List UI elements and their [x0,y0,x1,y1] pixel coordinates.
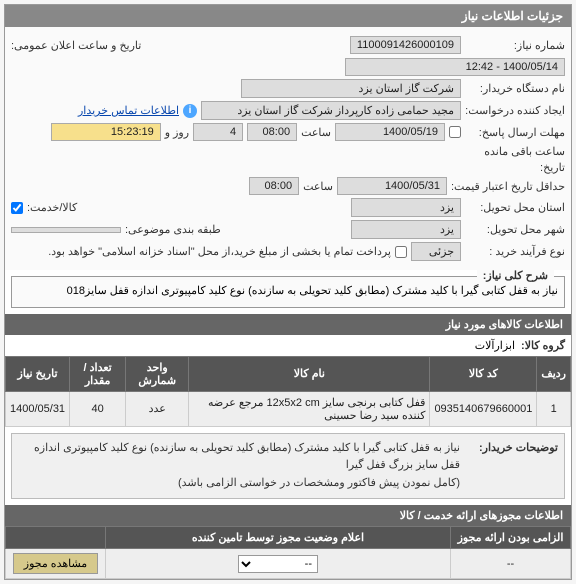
time-label-1: ساعت [301,126,331,139]
city-field: یزد [351,220,461,239]
purchase-type-label: نوع فرآیند خرید : [465,245,565,258]
days-label: روز و [165,126,189,139]
auth-status-cell: -- [106,549,451,579]
cell-name: قفل کتابی برنجی سایز 12x5x2 cm مرجع عرضه… [189,391,430,426]
valid-label: حداقل تاریخ اعتبار قیمت: [451,180,565,193]
buyer-note-label: توضیحات خریدار: [468,440,558,493]
group-value: ابزارآلات [475,339,515,352]
auth-header-row: الزامی بودن ارائه مجوز اعلام وضعیت مجوز … [6,527,571,549]
buyer-note-line2: (کامل نمودن پیش فاکتور ومشخصات در خواستی… [18,475,460,493]
desc-legend: شرح کلی نیاز: [477,269,554,282]
auth-status-select[interactable]: -- [238,555,318,573]
col-row: ردیف [537,356,571,391]
send-deadline-label: مهلت ارسال پاسخ: [465,126,565,139]
cell-code: 0935140679660001 [430,391,537,426]
requester-field: مجید حمامی زاده کارپرداز شرکت گاز استان … [201,101,461,120]
items-header: اطلاعات کالاهای مورد نیاز [5,314,571,335]
cell-row: 1 [537,391,571,426]
desc-fieldset: شرح کلی نیاز: نیاز به قفل کتابی گیرا با … [11,276,565,308]
auth-table: الزامی بودن ارائه مجوز اعلام وضعیت مجوز … [5,526,571,579]
col-mandatory: الزامی بودن ارائه مجوز [451,527,571,549]
time-label-2: ساعت [303,180,333,193]
panel-title: جزئیات اطلاعات نیاز [5,5,571,27]
purchase-type-field: جزئی [411,242,461,261]
table-row[interactable]: 1 0935140679660001 قفل کتابی برنجی سایز … [6,391,571,426]
auth-action-cell: مشاهده مجوز [6,549,106,579]
col-qty: تعداد / مقدار [70,356,126,391]
buyer-field: شرکت گاز استان یزد [241,79,461,98]
remain-label: ساعت باقی مانده [484,145,565,158]
col-code: کد کالا [430,356,537,391]
pay-checkbox[interactable] [395,246,407,258]
info-icon: i [183,104,197,118]
group-label: گروه کالا: [521,339,565,352]
send-deadline-date: 1400/05/19 [335,123,445,141]
need-no-label: شماره نیاز: [465,39,565,52]
pub-date-label: تاریخ و ساعت اعلان عمومی: [11,39,141,52]
need-loc-label: استان محل تحویل: [465,201,565,214]
col-unit: واحد شمارش [126,356,189,391]
table-header-row: ردیف کد کالا نام کالا واحد شمارش تعداد /… [6,356,571,391]
send-deadline-time: 08:00 [247,123,297,141]
form-area: شماره نیاز: 1100091426000109 تاریخ و ساع… [5,27,571,270]
items-table: ردیف کد کالا نام کالا واحد شمارش تعداد /… [5,356,571,427]
auth-row: -- -- مشاهده مجوز [6,549,571,579]
class-label: طبقه بندی موضوعی: [125,223,221,236]
city-label: شهر محل تحویل: [465,223,565,236]
contact-link[interactable]: اطلاعات تماس خریدار [78,104,179,117]
col-date: تاریخ نیاز [6,356,70,391]
remain-time-field: 15:23:19 [51,123,161,141]
cell-date: 1400/05/31 [6,391,70,426]
history-label: تاریخ: [465,161,565,174]
col-status: اعلام وضعیت مجوز توسط تامین کننده [106,527,451,549]
auth-header: اطلاعات مجوزهای ارائه خدمت / کالا [5,505,571,526]
need-no-field: 1100091426000109 [350,36,461,54]
item-checkbox[interactable] [11,202,23,214]
desc-text: نیاز به قفل کتابی گیرا با کلید مشترک (مط… [18,283,558,301]
col-action [6,527,106,549]
buyer-note-line1: نیاز به قفل کتابی گیرا با کلید مشترک (مط… [18,440,460,475]
class-field [11,227,121,233]
pub-date-field: 1400/05/14 - 12:42 [345,58,565,76]
requester-label: ایجاد کننده درخواست: [465,104,565,117]
main-panel: جزئیات اطلاعات نیاز شماره نیاز: 11000914… [4,4,572,580]
item-label: کالا/خدمت: [27,201,77,214]
cell-unit: عدد [126,391,189,426]
cell-qty: 40 [70,391,126,426]
auth-mandatory-cell: -- [451,549,571,579]
buyer-label: نام دستگاه خریدار: [465,82,565,95]
days-field: 4 [193,123,243,141]
valid-date-field: 1400/05/31 [337,177,447,195]
need-loc-field: یزد [351,198,461,217]
send-deadline-checkbox[interactable] [449,126,461,138]
buyer-note-box: توضیحات خریدار: نیاز به قفل کتابی گیرا ب… [11,433,565,500]
pay-note: پرداخت تمام یا بخشی از مبلغ خرید،از محل … [48,245,391,258]
valid-time-field: 08:00 [249,177,299,195]
col-name: نام کالا [189,356,430,391]
